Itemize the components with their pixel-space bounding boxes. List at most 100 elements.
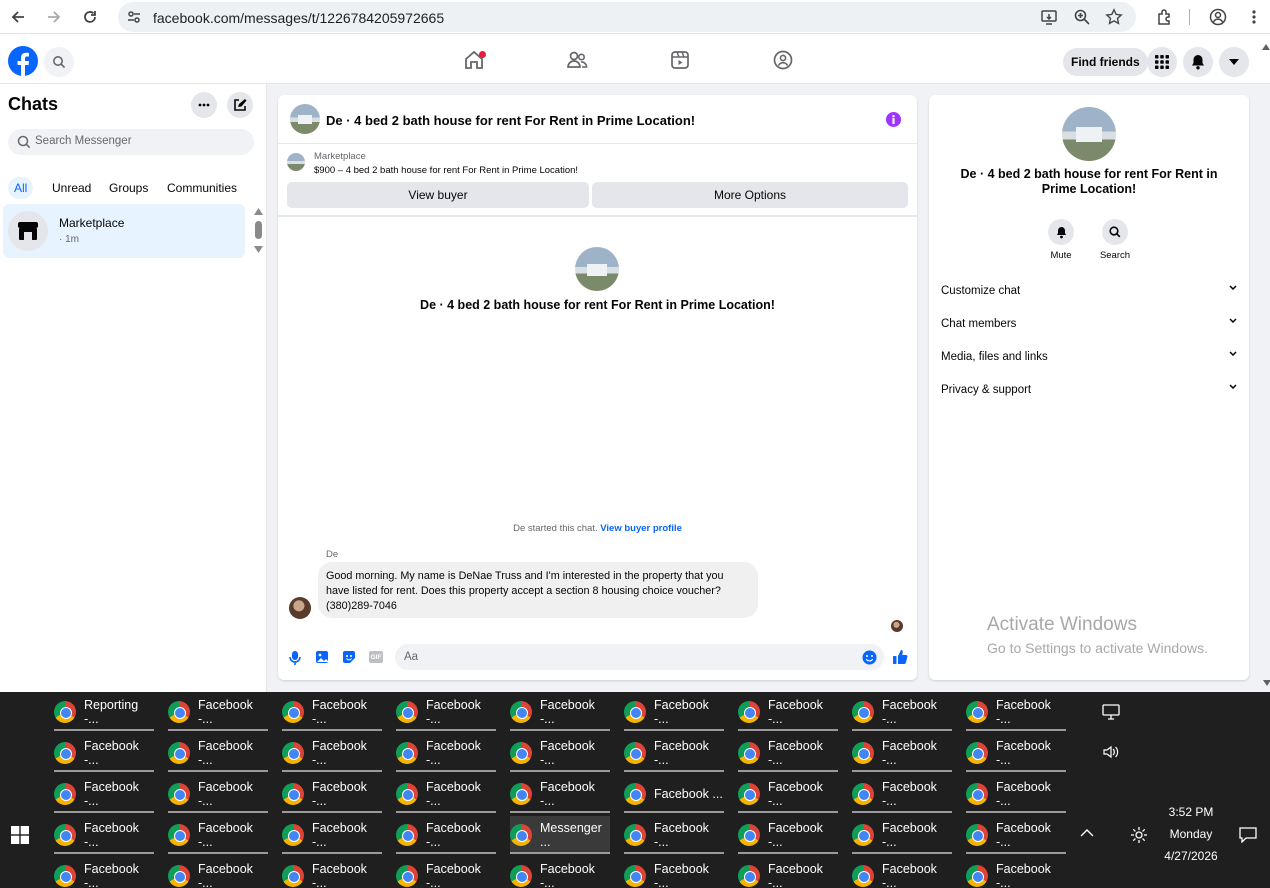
mute-bell-icon[interactable] bbox=[1048, 219, 1074, 245]
taskbar-window-button[interactable]: Facebook ... bbox=[624, 775, 724, 813]
more-options-icon[interactable] bbox=[191, 92, 217, 118]
taskbar-window-button[interactable]: Facebook -... bbox=[852, 816, 952, 854]
taskbar-window-button[interactable]: Facebook -... bbox=[168, 857, 268, 888]
reload-icon[interactable] bbox=[78, 5, 102, 29]
taskbar-window-button[interactable]: Facebook -... bbox=[852, 857, 952, 888]
search-messenger-input[interactable]: Search Messenger bbox=[8, 129, 254, 155]
chat-members-section[interactable]: Chat members bbox=[941, 318, 1237, 330]
bookmark-star-icon[interactable] bbox=[1105, 8, 1123, 26]
view-buyer-profile-link[interactable]: View buyer profile bbox=[600, 523, 682, 534]
show-hidden-icons-chevron-icon[interactable] bbox=[1080, 828, 1094, 837]
video-tab-icon[interactable] bbox=[662, 42, 698, 78]
search-icon[interactable] bbox=[44, 47, 74, 77]
microphone-icon[interactable] bbox=[288, 650, 302, 666]
thumbs-up-icon[interactable] bbox=[892, 649, 908, 665]
sticker-icon[interactable] bbox=[342, 650, 356, 664]
clock-time[interactable]: 3:52 PM bbox=[1158, 805, 1224, 819]
taskbar-window-button[interactable]: Facebook -... bbox=[738, 734, 838, 772]
network-icon[interactable] bbox=[1102, 704, 1120, 720]
new-message-icon[interactable] bbox=[227, 92, 253, 118]
taskbar-window-button[interactable]: Facebook -... bbox=[738, 775, 838, 813]
scroll-up-arrow-icon[interactable] bbox=[1262, 44, 1270, 50]
taskbar-window-button[interactable]: Facebook -... bbox=[510, 734, 610, 772]
taskbar-window-button[interactable]: Facebook -... bbox=[168, 775, 268, 813]
taskbar-window-button[interactable]: Facebook -... bbox=[282, 775, 382, 813]
taskbar-window-button[interactable]: Facebook -... bbox=[852, 693, 952, 731]
taskbar-window-button[interactable]: Facebook -... bbox=[396, 816, 496, 854]
taskbar-window-button[interactable]: Facebook -... bbox=[738, 693, 838, 731]
scroll-up-arrow-icon[interactable] bbox=[254, 208, 263, 215]
filter-groups-tab[interactable]: Groups bbox=[103, 177, 154, 199]
taskbar-window-button[interactable]: Facebook -... bbox=[738, 857, 838, 888]
address-bar[interactable]: facebook.com/messages/t/1226784205972665 bbox=[118, 2, 1136, 32]
facebook-logo-icon[interactable] bbox=[8, 46, 38, 76]
message-input[interactable]: Aa bbox=[395, 644, 884, 670]
info-profile-image[interactable] bbox=[1062, 107, 1116, 161]
zoom-icon[interactable] bbox=[1073, 8, 1091, 26]
customize-chat-section[interactable]: Customize chat bbox=[941, 285, 1237, 297]
taskbar-window-button[interactable]: Facebook -... bbox=[624, 734, 724, 772]
find-friends-button[interactable]: Find friends bbox=[1063, 48, 1148, 76]
listing-avatar[interactable] bbox=[290, 104, 320, 134]
friends-tab-icon[interactable] bbox=[559, 42, 595, 78]
taskbar-window-button[interactable]: Facebook -... bbox=[282, 734, 382, 772]
taskbar-window-button[interactable]: Facebook -... bbox=[396, 693, 496, 731]
home-tab-icon[interactable] bbox=[456, 42, 492, 78]
taskbar-window-button[interactable]: Facebook -... bbox=[738, 816, 838, 854]
taskbar-window-button[interactable]: Facebook -... bbox=[282, 857, 382, 888]
back-icon[interactable] bbox=[6, 5, 30, 29]
taskbar-window-button[interactable]: Facebook -... bbox=[966, 693, 1066, 731]
taskbar-window-button[interactable]: Facebook -... bbox=[54, 857, 154, 888]
filter-all-tab[interactable]: All bbox=[8, 177, 34, 199]
listing-price-title[interactable]: $900 – 4 bed 2 bath house for rent For R… bbox=[314, 165, 578, 176]
more-options-button[interactable]: More Options bbox=[592, 182, 908, 208]
taskbar-window-button[interactable]: Facebook -... bbox=[54, 775, 154, 813]
filter-communities-tab[interactable]: Communities bbox=[161, 177, 243, 199]
taskbar-window-button[interactable]: Facebook -... bbox=[624, 857, 724, 888]
taskbar-window-button[interactable]: Facebook -... bbox=[282, 693, 382, 731]
sender-avatar[interactable] bbox=[289, 597, 311, 619]
emoji-icon[interactable] bbox=[862, 650, 877, 665]
taskbar-window-button[interactable]: Messenger ... bbox=[510, 816, 610, 854]
chat-list-item[interactable]: Marketplace · 1m bbox=[3, 204, 245, 258]
volume-icon[interactable] bbox=[1102, 744, 1120, 760]
info-icon[interactable] bbox=[886, 112, 901, 127]
clock-day[interactable]: Monday bbox=[1158, 827, 1224, 841]
photo-icon[interactable] bbox=[315, 650, 329, 664]
privacy-support-section[interactable]: Privacy & support bbox=[941, 384, 1237, 396]
forward-icon[interactable] bbox=[42, 5, 66, 29]
windows-start-icon[interactable] bbox=[11, 826, 29, 844]
taskbar-window-button[interactable]: Facebook -... bbox=[168, 693, 268, 731]
notifications-bell-icon[interactable] bbox=[1183, 47, 1213, 77]
scroll-down-arrow-icon[interactable] bbox=[1263, 680, 1270, 686]
taskbar-window-button[interactable]: Facebook -... bbox=[966, 816, 1066, 854]
account-chevron-icon[interactable] bbox=[1219, 47, 1249, 77]
taskbar-window-button[interactable]: Facebook -... bbox=[852, 734, 952, 772]
scrollbar-thumb[interactable] bbox=[255, 221, 262, 239]
view-buyer-button[interactable]: View buyer bbox=[287, 182, 589, 208]
media-files-links-section[interactable]: Media, files and links bbox=[941, 351, 1237, 363]
taskbar-window-button[interactable]: Facebook -... bbox=[396, 775, 496, 813]
site-settings-icon[interactable] bbox=[126, 9, 142, 25]
taskbar-window-button[interactable]: Facebook -... bbox=[966, 857, 1066, 888]
scroll-down-arrow-icon[interactable] bbox=[254, 246, 263, 253]
clock-date[interactable]: 4/27/2026 bbox=[1158, 849, 1224, 863]
groups-tab-icon[interactable] bbox=[765, 42, 801, 78]
taskbar-window-button[interactable]: Facebook -... bbox=[624, 693, 724, 731]
menu-grid-icon[interactable] bbox=[1147, 47, 1177, 77]
browser-menu-icon[interactable] bbox=[1242, 5, 1266, 29]
taskbar-window-button[interactable]: Facebook -... bbox=[624, 816, 724, 854]
taskbar-window-button[interactable]: Facebook -... bbox=[282, 816, 382, 854]
notification-center-icon[interactable] bbox=[1239, 827, 1257, 843]
taskbar-window-button[interactable]: Facebook -... bbox=[168, 734, 268, 772]
taskbar-window-button[interactable]: Facebook -... bbox=[54, 734, 154, 772]
conversation-title[interactable]: De · 4 bed 2 bath house for rent For Ren… bbox=[326, 113, 695, 128]
settings-gear-icon[interactable] bbox=[1130, 826, 1148, 844]
taskbar-window-button[interactable]: Facebook -... bbox=[510, 693, 610, 731]
taskbar-window-button[interactable]: Reporting -... bbox=[54, 693, 154, 731]
search-in-chat-icon[interactable] bbox=[1102, 219, 1128, 245]
taskbar-window-button[interactable]: Facebook -... bbox=[510, 775, 610, 813]
gif-icon[interactable]: GIF bbox=[369, 651, 383, 663]
taskbar-window-button[interactable]: Facebook -... bbox=[966, 734, 1066, 772]
install-app-icon[interactable] bbox=[1040, 8, 1058, 26]
